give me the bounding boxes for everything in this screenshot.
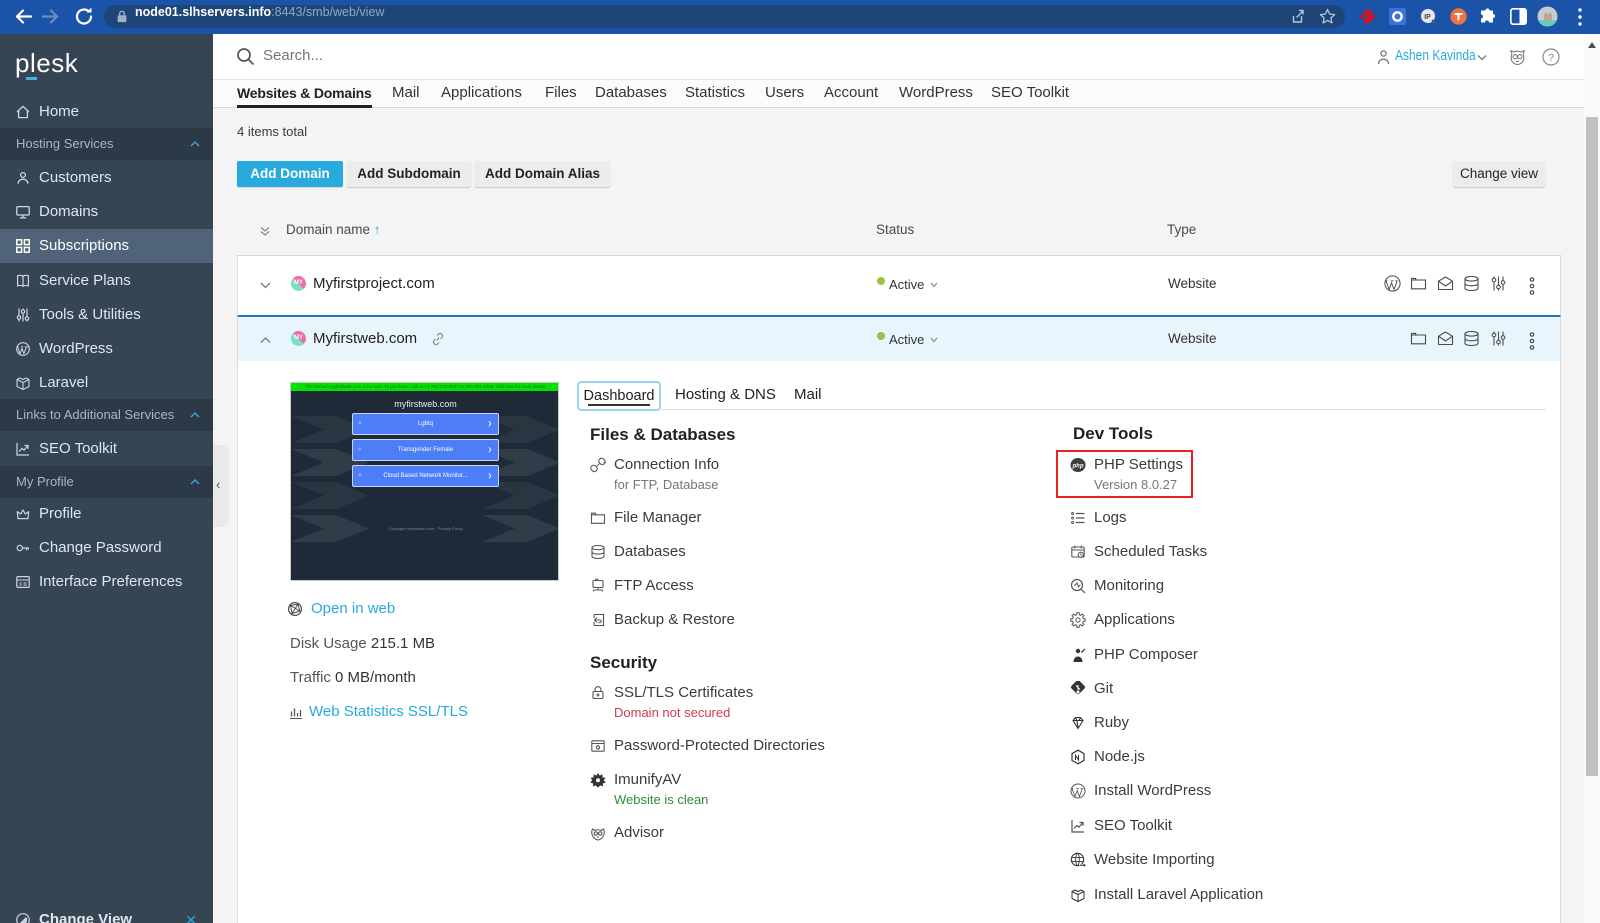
svg-text:php: php [1072,464,1084,470]
svg-text:IP: IP [1424,14,1431,21]
svg-text:?: ? [1548,52,1554,64]
